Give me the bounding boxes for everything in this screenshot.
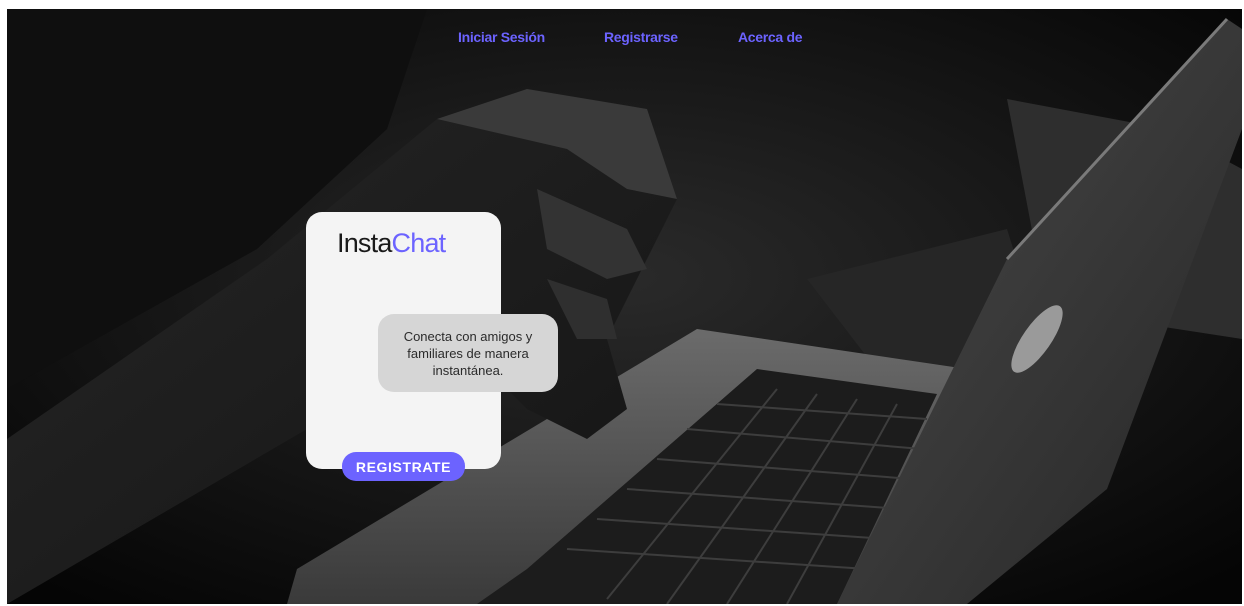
brand-logo: InstaChat [337,228,447,259]
tagline-bubble: Conecta con amigos y familiares de maner… [378,314,558,392]
nav-link-about[interactable]: Acerca de [738,29,803,45]
nav-link-register[interactable]: Registrarse [604,29,678,45]
hero-background-image [7,9,1242,604]
landing-page: Iniciar Sesión Registrarse Acerca de Ins… [7,9,1242,604]
brand-name-part2: Chat [391,228,447,258]
register-cta-button[interactable]: REGISTRATE [342,452,465,481]
tagline-text: Conecta con amigos y familiares de maner… [403,328,533,378]
brand-name-part1: Insta [337,228,392,258]
nav-link-login[interactable]: Iniciar Sesión [458,29,545,45]
top-navigation: Iniciar Sesión Registrarse Acerca de [7,29,1242,51]
